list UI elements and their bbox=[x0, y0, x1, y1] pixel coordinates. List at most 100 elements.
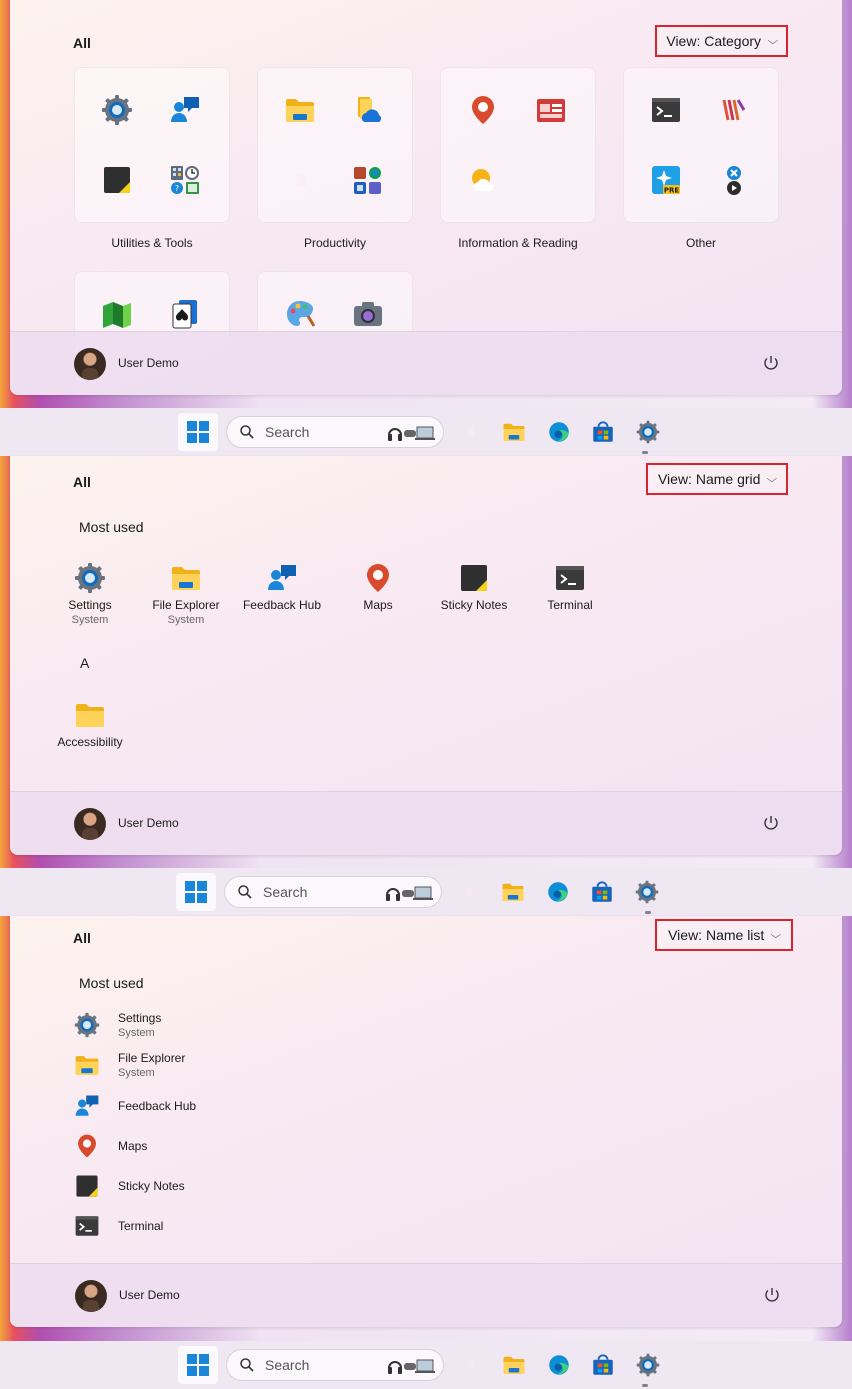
all-apps-title: All bbox=[73, 930, 91, 946]
app-sticky-notes[interactable]: Sticky Notes bbox=[426, 562, 522, 612]
search-highlight-icon bbox=[388, 1359, 435, 1374]
windows-logo-icon bbox=[185, 881, 207, 903]
file-explorer-icon bbox=[284, 94, 316, 126]
app-name: Maps bbox=[363, 598, 393, 612]
app-file-explorer[interactable]: File Explorer System bbox=[138, 562, 234, 626]
taskbar: Search bbox=[0, 1341, 852, 1389]
terminal-icon bbox=[554, 562, 586, 594]
taskbar-search-box[interactable]: Search bbox=[226, 1349, 444, 1381]
search-placeholder: Search bbox=[265, 424, 310, 440]
start-menu-grid-view: All View: Name grid ⌵ Most used Settings… bbox=[10, 456, 842, 855]
list-app-maps[interactable]: Maps bbox=[74, 1130, 147, 1162]
file-explorer-icon[interactable] bbox=[502, 420, 526, 444]
category-label: Productivity bbox=[303, 236, 367, 250]
category-label: Other bbox=[685, 236, 716, 250]
app-accessibility[interactable]: Accessibility bbox=[42, 699, 138, 749]
store-icon[interactable] bbox=[591, 1353, 615, 1377]
most-used-heading: Most used bbox=[79, 519, 144, 535]
list-app-terminal[interactable]: Terminal bbox=[74, 1210, 163, 1242]
start-menu-category-view: All View: Category ⌵ ? Utilities & Tools… bbox=[10, 0, 842, 395]
edge-icon[interactable] bbox=[546, 880, 570, 904]
office-apps-icon bbox=[352, 164, 384, 196]
category-information-reading[interactable] bbox=[440, 67, 596, 223]
search-placeholder: Search bbox=[265, 1357, 310, 1373]
taskbar: Search bbox=[0, 868, 852, 916]
terminal-icon bbox=[650, 94, 682, 126]
app-name: Settings bbox=[118, 1011, 162, 1025]
pre-app-icon: PRE bbox=[650, 164, 682, 196]
most-used-heading: Most used bbox=[79, 975, 144, 991]
view-name-grid-button[interactable]: View: Name grid ⌵ bbox=[646, 463, 788, 495]
app-name: Sticky Notes bbox=[118, 1179, 185, 1193]
view-category-button[interactable]: View: Category ⌵ bbox=[655, 25, 788, 57]
svg-text:PRE: PRE bbox=[664, 187, 680, 195]
start-menu-list-view: All View: Name list ⌵ Most used Settings… bbox=[10, 916, 842, 1327]
app-name: Terminal bbox=[547, 598, 593, 612]
file-explorer-icon[interactable] bbox=[502, 1353, 526, 1377]
power-icon[interactable] bbox=[762, 814, 780, 832]
app-name: Feedback Hub bbox=[118, 1099, 197, 1113]
app-feedback-hub[interactable]: Feedback Hub bbox=[234, 562, 330, 612]
edge-icon[interactable] bbox=[547, 1353, 571, 1377]
app-name: Feedback Hub bbox=[242, 598, 322, 612]
settings-icon[interactable] bbox=[636, 420, 660, 444]
user-name[interactable]: User Demo bbox=[118, 816, 179, 830]
start-button[interactable] bbox=[176, 873, 216, 911]
category-productivity[interactable] bbox=[257, 67, 413, 223]
power-icon[interactable] bbox=[762, 354, 780, 372]
power-icon[interactable] bbox=[763, 1286, 781, 1304]
settings-icon[interactable] bbox=[636, 1353, 660, 1377]
folder-icon bbox=[74, 699, 106, 731]
settings-icon[interactable] bbox=[635, 880, 659, 904]
chevron-down-icon: ⌵ bbox=[766, 473, 778, 485]
all-apps-title: All bbox=[73, 35, 91, 51]
start-button[interactable] bbox=[178, 1346, 218, 1384]
start-menu-footer: User Demo bbox=[10, 1263, 842, 1327]
file-explorer-icon[interactable] bbox=[501, 880, 525, 904]
user-name[interactable]: User Demo bbox=[118, 356, 179, 370]
maps-icon bbox=[74, 1133, 100, 1159]
category-other[interactable]: PRE bbox=[623, 67, 779, 223]
list-app-settings[interactable]: Settings System bbox=[74, 1009, 161, 1041]
start-menu-footer: User Demo bbox=[10, 791, 842, 855]
maps-icon bbox=[362, 562, 394, 594]
edge-icon[interactable] bbox=[547, 420, 571, 444]
list-app-file-explorer[interactable]: File Explorer System bbox=[74, 1049, 185, 1081]
maps-icon bbox=[467, 94, 499, 126]
start-button[interactable] bbox=[178, 413, 218, 451]
taskbar: Search bbox=[0, 408, 852, 456]
app-name: Sticky Notes bbox=[440, 598, 508, 612]
avatar[interactable] bbox=[74, 808, 106, 840]
copilot-icon[interactable] bbox=[458, 420, 482, 444]
copilot-icon[interactable] bbox=[458, 1353, 482, 1377]
feedback-hub-icon bbox=[74, 1093, 100, 1119]
app-settings[interactable]: Settings System bbox=[42, 562, 138, 626]
taskbar-search-box[interactable]: Search bbox=[224, 876, 442, 908]
store-icon[interactable] bbox=[590, 880, 614, 904]
category-utilities-tools[interactable]: ? bbox=[74, 67, 230, 223]
feedback-hub-icon bbox=[266, 562, 298, 594]
running-indicator bbox=[642, 1384, 648, 1387]
paint-icon bbox=[284, 298, 316, 330]
app-maps[interactable]: Maps bbox=[330, 562, 426, 612]
windows-logo-icon bbox=[187, 1354, 209, 1376]
weather-icon bbox=[467, 164, 499, 196]
list-app-feedback-hub[interactable]: Feedback Hub bbox=[74, 1090, 196, 1122]
news-icon bbox=[535, 94, 567, 126]
view-button-label: View: Category bbox=[666, 33, 762, 49]
running-indicator bbox=[645, 911, 651, 914]
file-explorer-icon bbox=[170, 562, 202, 594]
app-terminal[interactable]: Terminal bbox=[522, 562, 618, 612]
user-name[interactable]: User Demo bbox=[119, 1288, 180, 1302]
search-icon bbox=[240, 1358, 254, 1372]
list-app-sticky-notes[interactable]: Sticky Notes bbox=[74, 1170, 185, 1202]
avatar[interactable] bbox=[74, 348, 106, 380]
view-name-list-button[interactable]: View: Name list ⌵ bbox=[655, 919, 793, 951]
copilot-icon[interactable] bbox=[456, 880, 480, 904]
taskbar-search-box[interactable]: Search bbox=[226, 416, 444, 448]
store-icon[interactable] bbox=[591, 420, 615, 444]
app-name: Terminal bbox=[118, 1219, 164, 1233]
onedrive-icon bbox=[352, 94, 384, 126]
letter-heading[interactable]: A bbox=[80, 655, 89, 671]
avatar[interactable] bbox=[75, 1280, 107, 1312]
